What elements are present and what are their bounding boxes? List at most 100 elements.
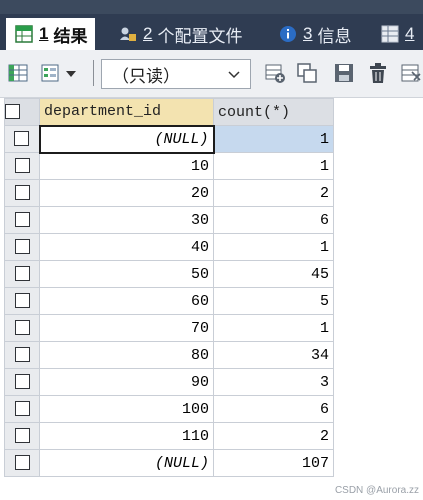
row-select-cell[interactable] [4,206,40,234]
table-row[interactable]: 30 6 [4,206,334,234]
cell-count[interactable]: 34 [213,341,334,369]
cell-count[interactable]: 45 [213,260,334,288]
table-row[interactable]: 90 3 [4,368,334,396]
row-select-cell[interactable] [4,314,40,342]
row-checkbox[interactable] [14,401,30,417]
row-checkbox[interactable] [14,212,30,228]
cell-count[interactable]: 1 [213,314,334,342]
form-view-icon[interactable] [40,62,62,84]
row-select-cell[interactable] [4,422,40,450]
row-checkbox[interactable] [14,293,30,309]
row-select-cell[interactable] [4,152,40,180]
watermark: CSDN @Aurora.zz [334,485,419,496]
cell-count[interactable]: 3 [213,368,334,396]
table-row[interactable]: 110 2 [4,422,334,450]
select-all-checkbox[interactable] [5,104,20,120]
cell-department-id[interactable]: 30 [39,206,214,234]
row-select-cell[interactable] [4,341,40,369]
duplicate-row-icon[interactable] [296,62,318,84]
results-grid-icon [14,24,34,44]
cell-department-id[interactable]: 70 [39,314,214,342]
cell-department-id[interactable]: 60 [39,287,214,315]
results-table: department_id count(*) (NULL) 1 10 1 20 2 30 6 4… [4,98,334,477]
cell-count[interactable]: 2 [213,179,334,207]
row-checkbox[interactable] [14,185,30,201]
cell-department-id[interactable]: 110 [39,422,214,450]
cell-department-id[interactable]: 10 [39,152,214,180]
table-row[interactable]: (NULL) 1 [4,124,334,154]
table-row[interactable]: (NULL) 107 [4,449,334,477]
export-icon[interactable] [400,62,422,84]
row-checkbox[interactable] [14,347,30,363]
cell-count[interactable]: 1 [213,233,334,261]
row-select-cell[interactable] [4,395,40,423]
tab-profiles-label: 个配置文件 [157,26,243,46]
cell-count[interactable]: 1 [213,125,334,153]
table-row[interactable]: 80 34 [4,341,334,369]
toolbar-separator [93,60,94,86]
row-checkbox[interactable] [14,428,30,444]
table-icon [380,24,400,44]
tab-table-number: 4 [405,24,415,43]
info-icon [278,24,298,44]
cell-department-id[interactable]: 90 [39,368,214,396]
tab-info-number: 3 [303,24,313,43]
tab-profiles[interactable]: 2 个配置文件 [110,18,250,50]
row-checkbox[interactable] [14,239,30,255]
cell-department-id[interactable]: 50 [39,260,214,288]
select-all-cell[interactable] [4,98,40,126]
cell-department-id[interactable]: 40 [39,233,214,261]
cell-department-id[interactable]: (NULL) [39,449,214,477]
row-checkbox[interactable] [14,374,30,390]
row-select-cell[interactable] [4,449,40,477]
tab-info[interactable]: 3 信息 [270,18,359,50]
table-row[interactable]: 70 1 [4,314,334,342]
table-row[interactable]: 10 1 [4,152,334,180]
cell-count[interactable]: 6 [213,206,334,234]
chevron-down-icon [226,66,242,82]
mode-select[interactable]: （只读） [101,59,251,89]
cell-department-id[interactable]: (NULL) [38,124,215,154]
table-row[interactable]: 20 2 [4,179,334,207]
tab-results-label: 结果 [53,26,88,46]
table-row[interactable]: 100 6 [4,395,334,423]
cell-department-id[interactable]: 80 [39,341,214,369]
table-header-row: department_id count(*) [4,98,334,126]
delete-icon[interactable] [367,62,389,84]
column-header-count[interactable]: count(*) [213,98,334,126]
cell-count[interactable]: 1 [213,152,334,180]
cell-count[interactable]: 107 [213,449,334,477]
tab-table[interactable]: 4 [372,18,422,50]
row-select-cell[interactable] [4,125,40,153]
table-row[interactable]: 50 45 [4,260,334,288]
dropdown-arrow-icon[interactable] [64,62,78,84]
grid-view-icon[interactable] [7,62,29,84]
row-checkbox[interactable] [14,266,30,282]
mode-select-value: （只读） [112,66,180,86]
profile-icon [118,24,138,44]
row-select-cell[interactable] [4,287,40,315]
row-select-cell[interactable] [4,368,40,396]
window-top-strip [0,0,423,14]
row-checkbox[interactable] [14,320,30,336]
result-tab-bar: 1 结果 2 个配置文件 3 信息 4 [0,14,423,50]
column-header-department-id[interactable]: department_id [39,98,214,126]
cell-count[interactable]: 2 [213,422,334,450]
row-select-cell[interactable] [4,260,40,288]
row-checkbox[interactable] [14,455,30,471]
result-toolbar: （只读） [0,50,423,98]
table-row[interactable]: 40 1 [4,233,334,261]
row-select-cell[interactable] [4,233,40,261]
tab-results[interactable]: 1 结果 [6,18,96,50]
cell-department-id[interactable]: 20 [39,179,214,207]
cell-count[interactable]: 6 [213,395,334,423]
save-icon[interactable] [333,62,355,84]
row-checkbox[interactable] [14,131,30,147]
table-row[interactable]: 60 5 [4,287,334,315]
cell-count[interactable]: 5 [213,287,334,315]
cell-department-id[interactable]: 100 [39,395,214,423]
tab-profiles-number: 2 [143,24,153,43]
add-row-icon[interactable] [264,62,286,84]
row-checkbox[interactable] [14,158,30,174]
row-select-cell[interactable] [4,179,40,207]
